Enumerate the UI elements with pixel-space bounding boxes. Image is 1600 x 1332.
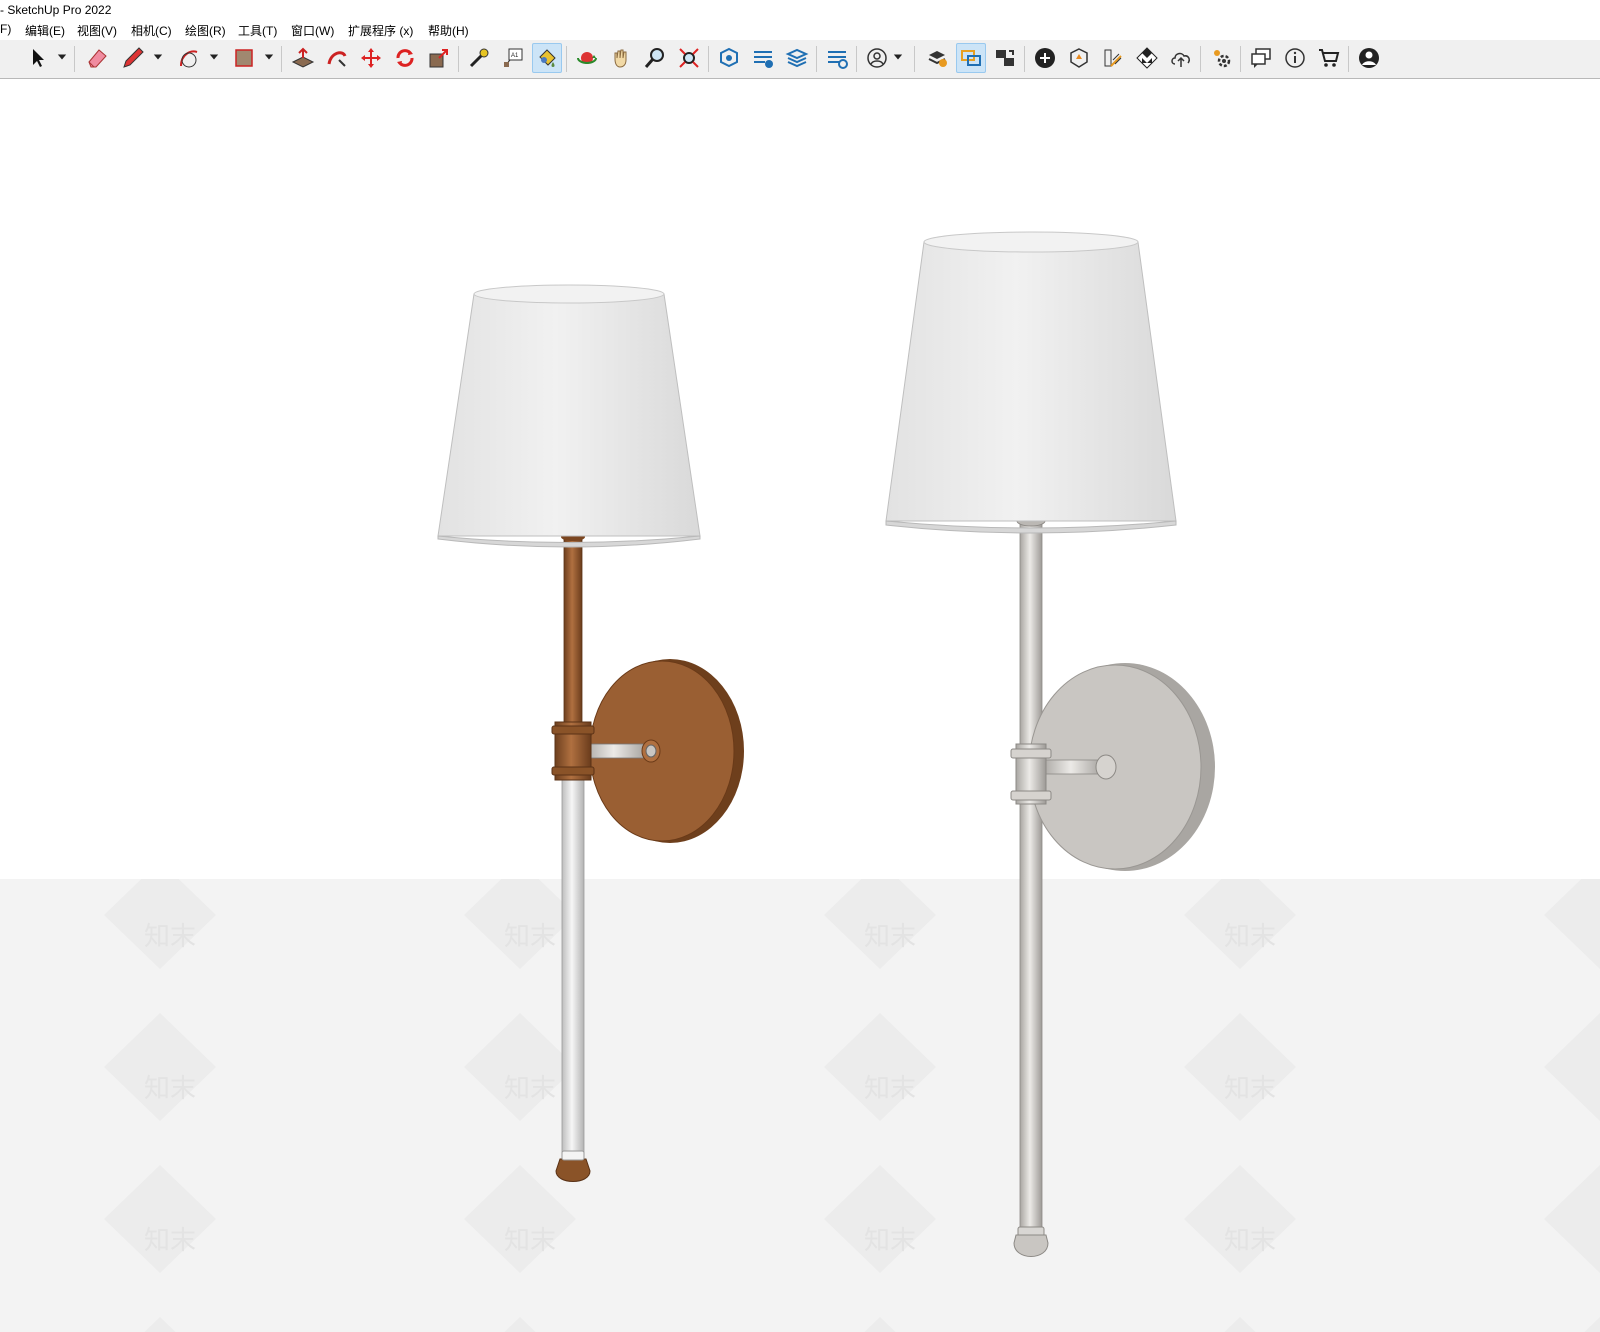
watermark-text: 知末 [504,922,556,952]
arc-icon[interactable] [174,43,204,73]
watermark-text: 知末 [504,1226,556,1256]
trimble-connect-icon[interactable] [922,43,952,73]
svg-text:A1: A1 [511,53,519,59]
watermark-text: 知末 [144,1074,196,1104]
toolbar-divider [1240,46,1241,72]
menu-camera[interactable]: 相机(C) [131,22,172,39]
arm-mount [1095,754,1117,780]
watermark-pattern [0,879,1600,1332]
menu-draw[interactable]: 绘图(R) [185,22,226,39]
lamp-shade [885,241,1177,522]
toolbar-divider [708,46,709,72]
settings-gears-icon[interactable] [1206,43,1236,73]
move-icon[interactable] [356,43,386,73]
cloud-upload-icon[interactable] [1166,43,1196,73]
follow-me-icon[interactable] [322,43,352,73]
user-profile-icon[interactable] [1354,43,1384,73]
rotate-icon[interactable] [390,43,420,73]
window-title: - SketchUp Pro 2022 [0,3,112,17]
toolbar-divider [458,46,459,72]
menu-bar: F) 编辑(E) 视图(V) 相机(C) 绘图(R) 工具(T) 窗口(W) 扩… [0,19,1600,40]
arm-end [645,744,657,758]
layer-flip-icon[interactable] [990,43,1020,73]
checker-icon[interactable] [1132,43,1162,73]
watermark-text: 知末 [504,1074,556,1104]
select-icon[interactable] [22,43,52,73]
paint-bucket-icon[interactable] [532,43,562,73]
menu-extensions[interactable]: 扩展程序 (x) [348,22,413,39]
finial-cap [561,1150,585,1161]
push-pull-icon[interactable] [288,43,318,73]
chevron-down-icon[interactable] [152,50,164,64]
watermark-text: 知末 [1224,1074,1276,1104]
sync-icon[interactable] [956,43,986,73]
menu-window[interactable]: 窗口(W) [291,22,334,39]
info-icon[interactable] [1280,43,1310,73]
watermark-text: 知末 [864,922,916,952]
cart-icon[interactable] [1314,43,1344,73]
scene-canvas[interactable]: 知末 知末 知末 知末 知末 知末 知末 知末 知末 知末 知末 知末 [0,79,1600,1332]
comment-icon[interactable] [1246,43,1276,73]
watermark-text: 知末 [864,1074,916,1104]
bottom-finial [1013,1234,1049,1257]
toolbar-divider [914,46,915,72]
lower-tube [561,778,585,1180]
collar-ring-bottom [551,766,595,776]
title-bar: - SketchUp Pro 2022 [0,0,1600,18]
toolbar-divider [816,46,817,72]
menu-tools[interactable]: 工具(T) [238,22,277,39]
shade-top-rim [473,284,665,304]
menu-help[interactable]: 帮助(H) [428,22,469,39]
collar-ring-top [551,725,595,735]
main-tube [1019,520,1043,1242]
add-location-icon[interactable] [1030,43,1060,73]
menu-edit[interactable]: 编辑(E) [25,22,65,39]
eraser-icon[interactable] [82,43,112,73]
warehouse-icon[interactable] [714,43,744,73]
toolbar-divider [566,46,567,72]
arm [583,743,651,759]
toolbar-divider [281,46,282,72]
rectangle-icon[interactable] [229,43,259,73]
text-label-icon[interactable]: A1 [498,43,528,73]
main-toolbar: A1 [0,40,1600,118]
modeling-viewport[interactable]: 知末 知末 知末 知末 知末 知末 知末 知末 知末 知末 知末 知末 [0,79,1600,1332]
watermark-text: 知末 [1224,1226,1276,1256]
menu-view[interactable]: 视图(V) [77,22,117,39]
toolbar-divider [856,46,857,72]
extension-warehouse-icon[interactable] [748,43,778,73]
scale-icon[interactable] [424,43,454,73]
pencil-line-icon[interactable] [118,43,148,73]
zoom-extents-icon[interactable] [674,43,704,73]
tape-measure-icon[interactable] [464,43,494,73]
collar-ring-bottom [1010,790,1052,801]
chevron-down-icon[interactable] [56,50,68,64]
toolbar-divider [74,46,75,72]
chevron-down-icon[interactable] [263,50,275,64]
extension-manager-icon[interactable] [822,43,852,73]
watermark-text: 知末 [864,1226,916,1256]
collar-ring-top [1010,748,1052,759]
chevron-down-icon[interactable] [208,50,220,64]
toolbar-divider [1200,46,1201,72]
solar-north-icon[interactable] [1098,43,1128,73]
sandbox-icon[interactable] [1064,43,1094,73]
lamp-shade [437,293,701,537]
toolbar-divider [1348,46,1349,72]
zoom-icon[interactable] [640,43,670,73]
layout-icon[interactable] [782,43,812,73]
watermark-text: 知末 [144,922,196,952]
chevron-down-icon[interactable] [892,50,904,64]
upper-rod [563,538,583,725]
account-icon[interactable] [862,43,892,73]
shade-top-rim [923,231,1139,253]
orbit-icon[interactable] [572,43,602,73]
watermark-text: 知末 [144,1226,196,1256]
bottom-finial [555,1158,591,1182]
watermark-text: 知末 [1224,922,1276,952]
pan-hand-icon[interactable] [606,43,636,73]
menu-file[interactable]: F) [0,22,11,36]
toolbar-divider [1024,46,1025,72]
